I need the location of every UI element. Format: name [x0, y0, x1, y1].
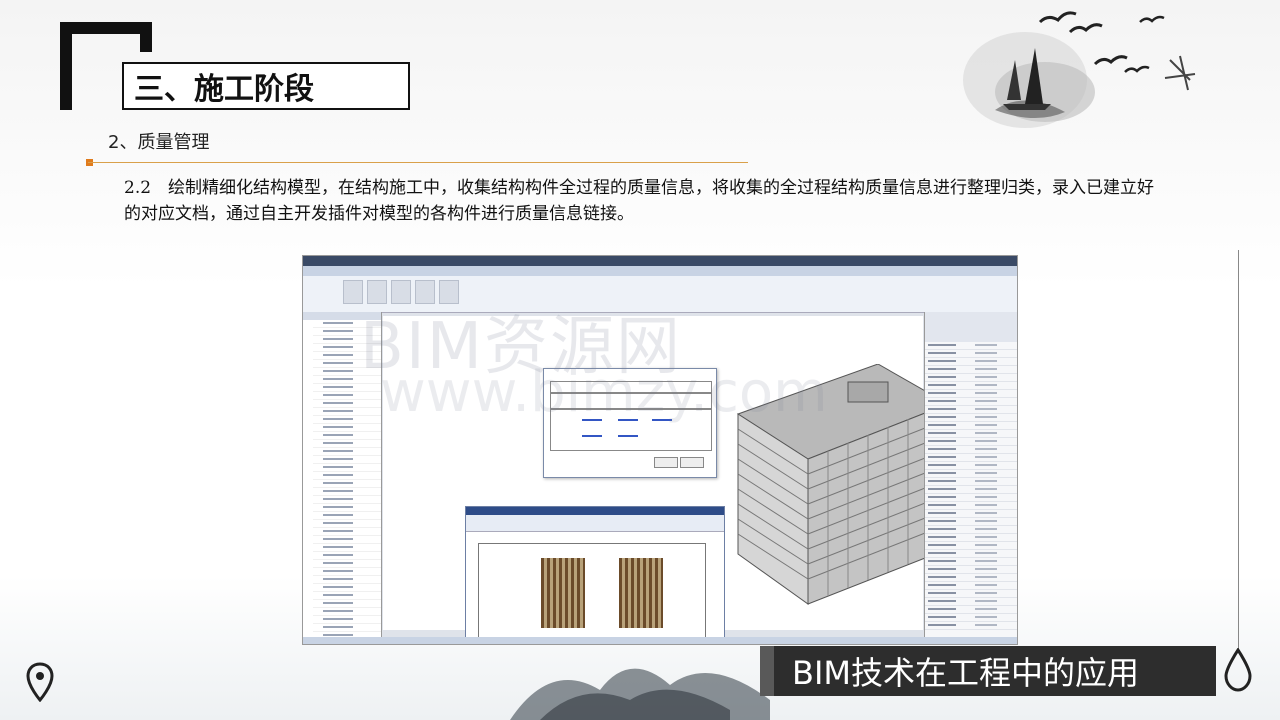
location-pin-icon	[26, 662, 54, 702]
section-divider	[88, 162, 748, 163]
slide-title: 三、施工阶段	[122, 62, 410, 110]
right-vertical-line	[1238, 250, 1239, 650]
screenshot-menubar	[303, 266, 1017, 276]
section-subtitle: 2、质量管理	[108, 132, 210, 153]
word-document-window	[465, 506, 725, 644]
body-paragraph: 2.2 绘制精细化结构模型，在结构施工中，收集结构构件全过程的质量信息，将收集的…	[124, 178, 1155, 224]
properties-panel	[924, 312, 1017, 640]
ink-splash-decoration	[510, 668, 770, 720]
screenshot-titlebar	[303, 256, 1017, 266]
footer-topic-tag: BIM技术在工程中的应用	[760, 646, 1216, 696]
watermark-url: www.bimzy.com	[380, 360, 828, 425]
sailboat-birds-illustration	[963, 11, 1196, 128]
water-drop-icon	[1224, 648, 1252, 692]
